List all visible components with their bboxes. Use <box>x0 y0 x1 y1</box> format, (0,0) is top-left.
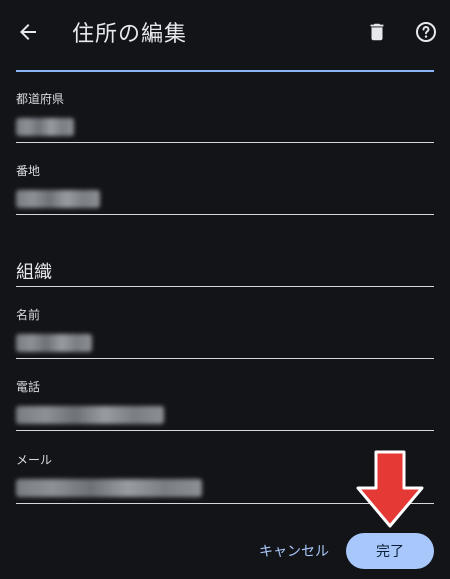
page-title: 住所の編集 <box>72 22 188 47</box>
help-button[interactable] <box>406 12 446 52</box>
prefecture-field[interactable]: 都道府県 <box>16 90 434 143</box>
back-arrow-icon <box>20 24 36 40</box>
trash-icon <box>370 23 384 41</box>
annotation-arrow-icon <box>356 450 424 528</box>
email-label: メール <box>16 453 53 467</box>
organization-section: 組織 <box>16 258 434 287</box>
help-icon <box>416 22 436 42</box>
street-address-value-redacted <box>16 190 100 208</box>
prefecture-label: 都道府県 <box>16 92 65 106</box>
org-name-value-redacted <box>16 334 92 352</box>
phone-label: 電話 <box>16 380 41 394</box>
back-button[interactable] <box>8 12 48 52</box>
email-value-redacted <box>16 479 202 497</box>
phone-value-redacted <box>16 406 164 424</box>
done-button[interactable]: 完了 <box>346 533 434 569</box>
app-bar: 住所の編集 <box>0 0 450 64</box>
street-address-field[interactable]: 番地 <box>16 162 434 215</box>
delete-button[interactable] <box>357 12 397 52</box>
phone-field[interactable]: 電話 <box>16 378 434 431</box>
org-name-label: 名前 <box>16 308 41 322</box>
prefecture-value-redacted <box>16 118 74 136</box>
org-name-field[interactable]: 名前 <box>16 306 434 359</box>
street-address-label: 番地 <box>16 164 41 178</box>
cancel-button[interactable]: キャンセル <box>252 536 336 566</box>
organization-section-title: 組織 <box>16 262 52 283</box>
